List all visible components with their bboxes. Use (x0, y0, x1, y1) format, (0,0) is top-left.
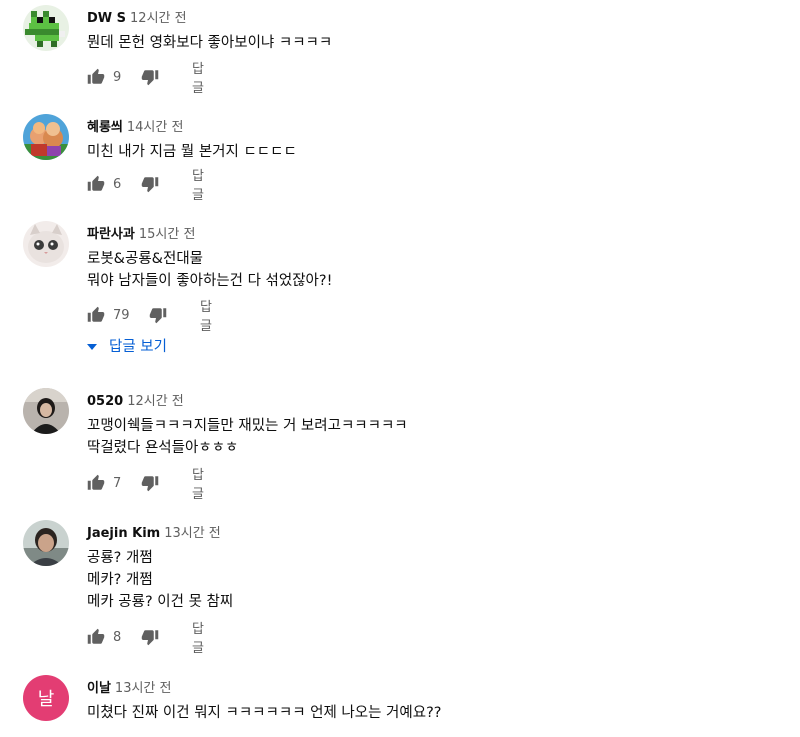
comment-time[interactable]: 13시간 전 (164, 526, 221, 541)
avatar[interactable] (23, 114, 69, 160)
like-button[interactable] (87, 67, 105, 87)
reply-button[interactable]: 답글 (192, 169, 204, 203)
dislike-button[interactable] (141, 67, 159, 87)
like-count: 7 (113, 475, 122, 491)
dislike-button[interactable] (141, 174, 159, 194)
comment-text: 미친 내가 지금 뭘 본거지 ㄷㄷㄷㄷ (87, 141, 297, 163)
comment-thread: DW S 12시간 전 뭔데 몬헌 영화보다 좋아보이냐 ㅋㅋㅋㅋ 9 답글 (0, 5, 800, 100)
like-count: 9 (113, 69, 122, 85)
comment-time[interactable]: 13시간 전 (115, 681, 172, 696)
dislike-button[interactable] (141, 627, 159, 647)
comment-line: 메카? 개쩜 (87, 572, 153, 588)
comment-text: 뭔데 몬헌 영화보다 좋아보이냐 ㅋㅋㅋㅋ (87, 32, 332, 54)
view-replies-button[interactable]: 답글 보기 (87, 335, 167, 356)
comment-line: 로봇&공룡&전대물 (87, 251, 203, 267)
comment-text: 꼬맹이쉑들ㅋㅋㅋ지들만 재밌는 거 보려고ㅋㅋㅋㅋㅋ 딱걸렸다 욘석들아ㅎㅎㅎ (87, 415, 408, 459)
avatar[interactable] (23, 5, 69, 51)
thumbs-up-icon (87, 175, 105, 193)
comment-thread: Jaejin Kim 13시간 전 공룡? 개쩜 메카? 개쩜 메카 공룡? 이건… (0, 520, 800, 660)
reply-button[interactable]: 답글 (192, 62, 204, 96)
comment-thread: 파란사과 15시간 전 로봇&공룡&전대물 뭐야 남자들이 좋아하는건 다 섞었잖… (0, 221, 800, 371)
dislike-button[interactable] (141, 473, 159, 493)
thumbs-up-icon (87, 474, 105, 492)
comment-line: 꼬맹이쉑들ㅋㅋㅋ지들만 재밌는 거 보려고ㅋㅋㅋㅋㅋ (87, 418, 408, 434)
comment-thread: 날 이날 13시간 전 미쳤다 진짜 이건 뭐지 ㅋㅋㅋㅋㅋㅋ 언제 나오는 거예… (0, 675, 800, 737)
thumbs-up-icon (87, 306, 105, 324)
comment-line: 뭔데 몬헌 영화보다 좋아보이냐 ㅋㅋㅋㅋ (87, 35, 333, 51)
comment-thread: 혜롱씌 14시간 전 미친 내가 지금 뭘 본거지 ㄷㄷㄷㄷ 6 답글 (0, 114, 800, 209)
like-button[interactable] (87, 473, 105, 493)
comment-author[interactable]: Jaejin Kim (87, 526, 160, 541)
comment-time[interactable]: 12시간 전 (127, 394, 184, 409)
like-count: 79 (113, 307, 130, 323)
comment-text: 미쳤다 진짜 이건 뭐지 ㅋㅋㅋㅋㅋㅋ 언제 나오는 거예요?? (87, 702, 441, 724)
thumbs-down-icon (141, 628, 159, 646)
comment-line: 공룡? 개쩜 (87, 550, 153, 566)
thumbs-down-icon (141, 175, 159, 193)
avatar[interactable]: 날 (23, 675, 69, 721)
thumbs-down-icon (149, 306, 167, 324)
caret-down-icon (87, 338, 97, 354)
like-button[interactable] (87, 627, 105, 647)
like-button[interactable] (87, 174, 105, 194)
avatar[interactable] (23, 388, 69, 434)
comment-header: Jaejin Kim 13시간 전 (87, 522, 221, 541)
comment-header: 0520 12시간 전 (87, 390, 184, 409)
avatar-letter: 날 (37, 689, 55, 710)
comment-text: 공룡? 개쩜 메카? 개쩜 메카 공룡? 이건 못 참찌 (87, 547, 233, 613)
thumbs-down-icon (141, 68, 159, 86)
comment-time[interactable]: 12시간 전 (130, 11, 187, 26)
thumbs-up-icon (87, 68, 105, 86)
comment-header: DW S 12시간 전 (87, 7, 187, 26)
comment-line: 미쳤다 진짜 이건 뭐지 ㅋㅋㅋㅋㅋㅋ 언제 나오는 거예요?? (87, 705, 442, 721)
like-count: 8 (113, 629, 122, 645)
like-count: 6 (113, 176, 122, 192)
comment-line: 딱걸렸다 욘석들아ㅎㅎㅎ (87, 440, 239, 456)
comment-header: 혜롱씌 14시간 전 (87, 116, 183, 135)
comment-thread: 0520 12시간 전 꼬맹이쉑들ㅋㅋㅋ지들만 재밌는 거 보려고ㅋㅋㅋㅋㅋ 딱걸… (0, 388, 800, 503)
comment-author[interactable]: 파란사과 (87, 227, 135, 242)
comment-author[interactable]: 0520 (87, 394, 123, 409)
reply-button[interactable]: 답글 (192, 468, 204, 502)
comment-time[interactable]: 14시간 전 (127, 120, 184, 135)
comment-text: 로봇&공룡&전대물 뭐야 남자들이 좋아하는건 다 섞었잖아?! (87, 248, 332, 292)
avatar[interactable] (23, 520, 69, 566)
comment-time[interactable]: 15시간 전 (139, 227, 196, 242)
comment-header: 이날 13시간 전 (87, 677, 171, 696)
view-replies-label: 답글 보기 (109, 339, 167, 355)
comment-line: 미친 내가 지금 뭘 본거지 ㄷㄷㄷㄷ (87, 144, 297, 160)
comment-author[interactable]: 이날 (87, 681, 111, 696)
comment-line: 뭐야 남자들이 좋아하는건 다 섞었잖아?! (87, 273, 333, 289)
thumbs-down-icon (141, 474, 159, 492)
avatar[interactable] (23, 221, 69, 267)
like-button[interactable] (87, 305, 105, 325)
reply-button[interactable]: 답글 (200, 300, 212, 334)
comment-line: 메카 공룡? 이건 못 참찌 (87, 594, 234, 610)
dislike-button[interactable] (149, 305, 167, 325)
comment-author[interactable]: DW S (87, 11, 126, 26)
thumbs-up-icon (87, 628, 105, 646)
comment-author[interactable]: 혜롱씌 (87, 120, 123, 135)
comment-header: 파란사과 15시간 전 (87, 223, 195, 242)
reply-button[interactable]: 답글 (192, 622, 204, 656)
